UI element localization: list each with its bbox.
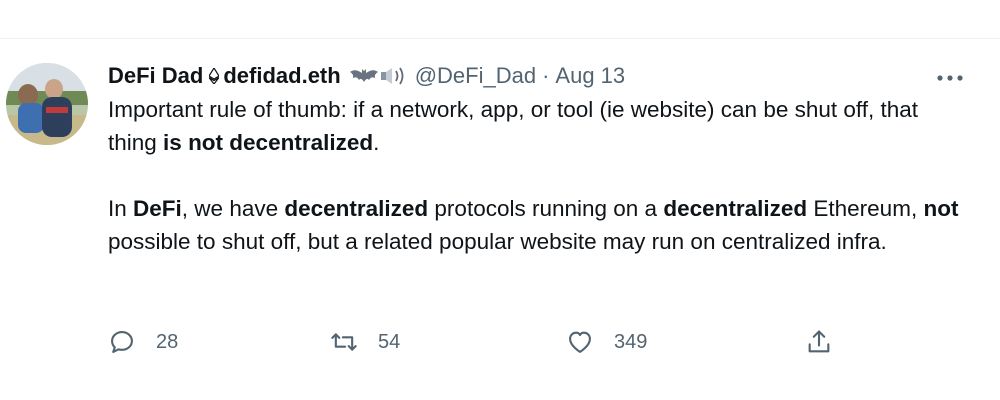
bold-text: is not decentralized: [163, 130, 374, 155]
more-options-button[interactable]: [930, 65, 970, 91]
tweet-paragraph-2: In DeFi, we have decentralized protocols…: [108, 192, 968, 258]
text-segment: possible to shut off, but a related popu…: [108, 229, 887, 254]
user-handle[interactable]: @DeFi_Dad: [415, 61, 536, 91]
reply-icon: [111, 331, 133, 353]
retweet-count: 54: [378, 330, 401, 353]
bold-text: not: [923, 196, 959, 221]
bold-text: decentralized: [663, 196, 808, 221]
ens-name[interactable]: defidad.eth: [223, 61, 340, 91]
text-segment: , we have: [181, 196, 285, 221]
more-dots-icon: [937, 75, 963, 81]
heart-icon: [569, 331, 591, 353]
text-segment: .: [373, 130, 380, 155]
bold-text: DeFi: [133, 196, 182, 221]
reply-count: 28: [156, 330, 179, 353]
bat-emoji-icon: [349, 69, 378, 82]
reply-button[interactable]: 28: [108, 322, 178, 362]
text-segment: Ethereum,: [807, 196, 924, 221]
avatar-photo: [6, 63, 88, 145]
share-button[interactable]: [805, 322, 833, 362]
like-button[interactable]: 349: [566, 322, 647, 362]
retweet-button[interactable]: 54: [330, 322, 400, 362]
tweet-paragraph-1: Important rule of thumb: if a network, a…: [108, 93, 968, 159]
tweet-text: Important rule of thumb: if a network, a…: [108, 93, 968, 258]
tweet-timestamp[interactable]: Aug 13: [555, 61, 625, 91]
speaker-icon: [380, 67, 404, 85]
tweet-actions: 28 54 349: [108, 322, 868, 362]
ethereum-icon: [209, 68, 220, 84]
tweet[interactable]: DeFi Dad defidad.eth @DeFi_Dad · Aug 13: [0, 39, 1000, 400]
display-name[interactable]: DeFi Dad: [108, 61, 203, 91]
text-segment: In: [108, 196, 134, 221]
text-segment: protocols running on a: [428, 196, 664, 221]
bold-text: decentralized: [284, 196, 429, 221]
header-separator: ·: [542, 63, 550, 88]
tweet-content: DeFi Dad defidad.eth @DeFi_Dad · Aug 13: [108, 61, 968, 258]
name-emojis: [349, 65, 409, 87]
share-icon: [808, 330, 830, 353]
like-count: 349: [614, 330, 648, 353]
avatar[interactable]: [6, 63, 88, 145]
tweet-header: DeFi Dad defidad.eth @DeFi_Dad · Aug 13: [108, 61, 968, 91]
retweet-icon: [331, 333, 357, 351]
